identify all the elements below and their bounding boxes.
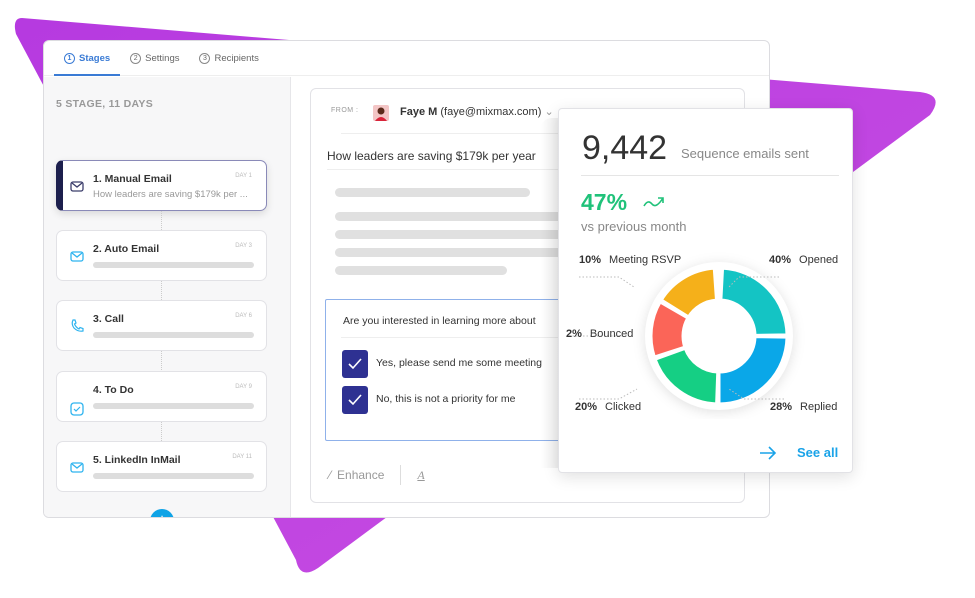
tab-bar: 1 Stages 2 Settings 3 Recipients <box>44 41 769 76</box>
tab-label: Settings <box>145 52 180 64</box>
stage-connector <box>161 422 162 441</box>
text-placeholder <box>335 248 565 257</box>
checkbox-checked[interactable] <box>342 350 368 378</box>
stage-title: 3. Call <box>93 313 124 325</box>
growth-percent: 47% <box>581 189 628 215</box>
divider <box>400 465 402 485</box>
step-number: 2 <box>130 52 142 64</box>
from-label: FROM : <box>331 107 359 114</box>
stage-title: 5. LinkedIn InMail <box>93 454 181 466</box>
legend-bounced: 2% Bounced <box>566 328 634 340</box>
tab-recipients[interactable]: 3 Recipients <box>189 41 268 75</box>
tab-label: Stages <box>79 52 111 64</box>
stages-sidebar: 5 STAGE, 11 DAYS 1. Manual Email DAY 1 Ho… <box>44 77 291 517</box>
chevron-down-icon: ⌄ <box>544 106 554 118</box>
stage-connector <box>161 211 162 230</box>
check-icon <box>348 394 362 406</box>
text-placeholder <box>93 332 254 338</box>
survey-option: Yes, please send me some meeting <box>376 357 542 369</box>
avatar <box>373 105 389 121</box>
legend-meeting-rsvp: 10% Meeting RSVP <box>579 254 682 266</box>
stage-day: DAY 3 <box>235 243 252 249</box>
text-placeholder <box>335 230 565 239</box>
stage-title: 2. Auto Email <box>93 243 160 255</box>
stages-summary: 5 STAGE, 11 DAYS <box>56 98 154 110</box>
text-placeholder <box>93 262 254 268</box>
sender-select[interactable]: Faye M (faye@mixmax.com) ⌄ <box>400 105 554 118</box>
text-placeholder <box>335 212 565 221</box>
composer-toolbar: ⁄ Enhance A <box>329 465 425 485</box>
stage-card[interactable]: 1. Manual Email DAY 1 How leaders are sav… <box>56 160 267 211</box>
leader-line <box>579 276 635 288</box>
emails-sent-count: 9,442 <box>582 129 668 167</box>
mail-icon <box>70 462 84 473</box>
stage-subtitle: How leaders are saving $179k per ... <box>93 189 248 200</box>
magic-wand-icon: ⁄ <box>329 468 332 482</box>
survey-option: No, this is not a priority for me <box>376 393 516 405</box>
stage-card[interactable]: 3. Call DAY 6 <box>56 300 267 351</box>
tab-stages[interactable]: 1 Stages <box>54 41 121 76</box>
legend-clicked: 20% Clicked <box>575 401 642 413</box>
tab-settings[interactable]: 2 Settings <box>120 41 189 75</box>
checkbox-icon <box>70 402 84 416</box>
legend-opened: 40% Opened <box>769 254 839 266</box>
leader-line <box>579 388 638 400</box>
stage-title: 4. To Do <box>93 384 134 396</box>
arrow-right-icon[interactable] <box>759 446 777 460</box>
divider <box>581 175 839 176</box>
legend-replied: 28% Replied <box>770 401 838 413</box>
step-number: 1 <box>64 52 75 64</box>
stage-title: 1. Manual Email <box>93 173 172 185</box>
subject-line[interactable]: How leaders are saving $179k per year <box>327 149 536 163</box>
stage-day: DAY 11 <box>232 454 252 460</box>
stage-card[interactable]: 4. To Do DAY 9 <box>56 371 267 422</box>
sender-email: (faye@mixmax.com) <box>440 106 542 118</box>
stage-connector <box>161 351 162 370</box>
enhance-button[interactable]: Enhance <box>337 468 384 482</box>
add-stage-button[interactable]: + <box>150 509 174 517</box>
stage-connector <box>161 281 162 300</box>
step-number: 3 <box>199 52 211 64</box>
emails-sent-label: Sequence emails sent <box>681 146 809 161</box>
growth-label: vs previous month <box>581 219 687 234</box>
text-placeholder <box>335 188 530 197</box>
survey-question: Are you interested in learning more abou… <box>343 315 536 327</box>
tab-label: Recipients <box>214 52 259 64</box>
mail-icon <box>70 251 84 262</box>
stage-card[interactable]: 2. Auto Email DAY 3 <box>56 230 267 281</box>
check-icon <box>348 358 362 370</box>
stage-card[interactable]: 5. LinkedIn InMail DAY 11 <box>56 441 267 492</box>
stage-day: DAY 9 <box>235 384 252 390</box>
stage-day: DAY 6 <box>235 313 252 319</box>
phone-icon <box>71 319 84 332</box>
see-all-link[interactable]: See all <box>797 445 838 460</box>
checkbox-checked[interactable] <box>342 386 368 414</box>
stats-card: 9,442 Sequence emails sent 47% vs previo… <box>558 108 853 473</box>
text-placeholder <box>93 473 254 479</box>
font-format-button[interactable]: A <box>417 468 424 483</box>
text-placeholder <box>93 403 254 409</box>
sender-name: Faye M <box>400 106 438 118</box>
trending-up-icon <box>643 197 664 207</box>
mail-icon <box>70 181 84 192</box>
stage-day: DAY 1 <box>235 173 252 179</box>
text-placeholder <box>335 266 507 275</box>
